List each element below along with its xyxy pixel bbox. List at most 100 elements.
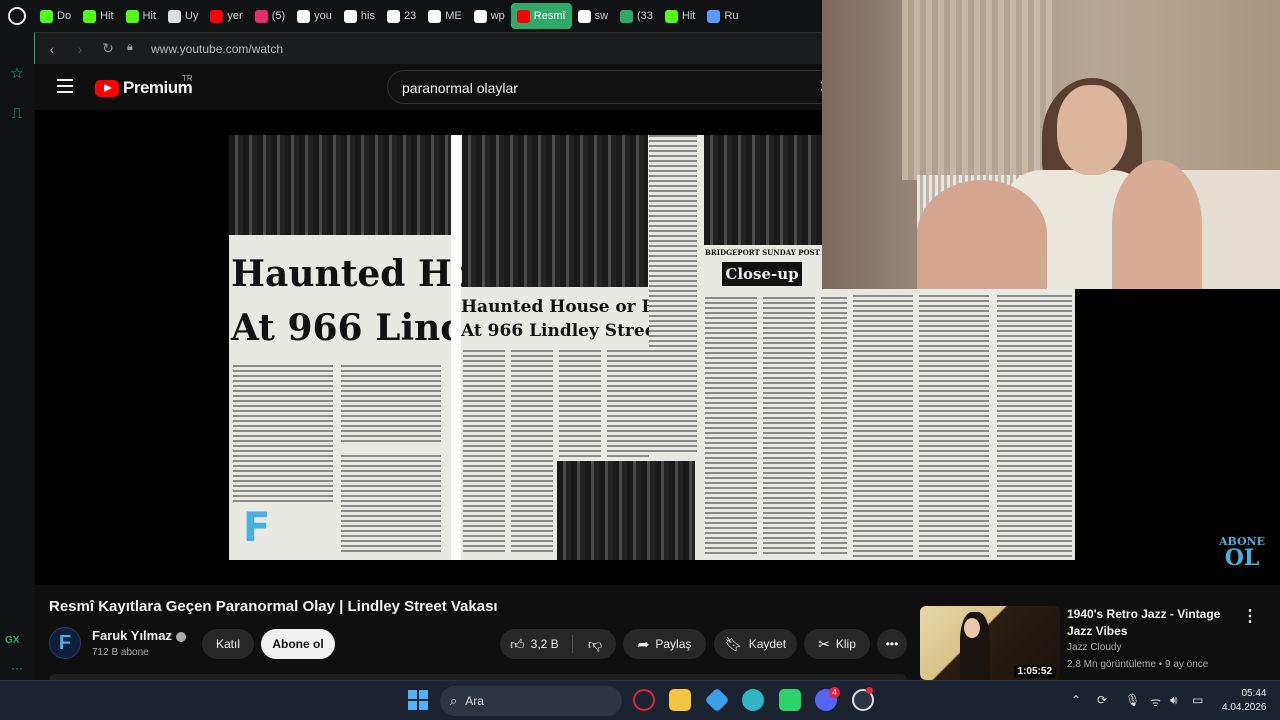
clock-time: 05:44 (1241, 688, 1267, 699)
browser-tab[interactable]: you (291, 3, 338, 29)
tab-favicon-icon (167, 9, 181, 23)
tab-label: 23 (403, 10, 417, 22)
windows-taskbar: ⌕ Ara 4 ⌃ ⟳ 🎙︎ ᯤ 🔊︎ ▭ 05:44 4.04.2026 (0, 680, 1280, 720)
tab-favicon-icon (664, 9, 678, 23)
start-button[interactable] (408, 690, 428, 710)
tab-strip: Do Hit Hit Uy yer (5) you his 23 ME wp Resmî sw (33 Hi… (34, 0, 744, 32)
text-column (763, 297, 815, 555)
browser-tab[interactable]: Hit (77, 3, 119, 29)
save-button[interactable]: 🔖︎ Kaydet (714, 629, 797, 659)
more-actions-button[interactable]: ••• (877, 629, 907, 659)
clip-label: Klip (835, 637, 856, 651)
clip-button[interactable]: ✂ Klip (804, 629, 870, 659)
browser-tab[interactable]: Resmî (510, 3, 572, 29)
tab-favicon-icon (516, 9, 530, 23)
more-icon[interactable]: ··· (9, 660, 25, 676)
chevron-up-icon[interactable]: ⌃ (1071, 693, 1081, 707)
search-icon: ⌕ (450, 693, 458, 708)
streamer-knee (1112, 160, 1202, 289)
forward-icon[interactable]: › (69, 38, 91, 60)
volume-icon[interactable]: 🔊︎ (1170, 693, 1178, 708)
browser-tab[interactable]: wp (468, 3, 511, 29)
control-icon[interactable]: ⎍ (9, 106, 25, 122)
recommended-title[interactable]: 1940's Retro Jazz - Vintage Jazz Vibes (1067, 606, 1237, 640)
browser-tab[interactable]: (5) (249, 3, 291, 29)
tab-label: ME (445, 10, 462, 22)
star-icon[interactable]: ☆ (9, 66, 25, 82)
channel-name[interactable]: Faruk Yılmaz (92, 628, 186, 643)
back-icon[interactable]: ‹ (41, 38, 63, 60)
like-count[interactable]: 3,2 B (531, 637, 559, 651)
tab-label: you (314, 10, 332, 22)
dislike-button[interactable]: 👎︎ (582, 629, 608, 659)
dislike-icon: 👎︎ (587, 635, 603, 652)
sync-icon[interactable]: ⟳ (1097, 693, 1107, 707)
search-input[interactable]: paranormal olaylar ✕ (387, 70, 832, 104)
kebab-menu-icon[interactable]: ⋮ (1242, 606, 1258, 626)
share-button[interactable]: ➦ Paylaş (623, 629, 706, 659)
microphone-icon[interactable]: 🎙︎ (1125, 693, 1140, 707)
newspaper-photo-crowd (462, 135, 648, 287)
tab-favicon-icon (707, 9, 721, 23)
taskbar-search[interactable]: ⌕ Ara (440, 686, 622, 716)
battery-icon[interactable]: ▭ (1192, 693, 1203, 707)
text-column (607, 350, 649, 460)
channel-watermark: F (243, 505, 271, 551)
tab-label: Hit (100, 10, 114, 22)
reload-icon[interactable]: ↻ (97, 38, 119, 60)
url-field[interactable]: www.youtube.com/watch (151, 42, 283, 56)
browser-tab[interactable]: Uy (162, 3, 204, 29)
country-code: TR (182, 74, 193, 83)
channel-avatar[interactable]: F (49, 627, 81, 659)
browser-tab[interactable]: Hit (659, 3, 701, 29)
text-column (821, 297, 847, 555)
recommended-channel[interactable]: Jazz Cloudy (1067, 642, 1121, 653)
join-button[interactable]: Katıl (202, 629, 254, 659)
tool-icon[interactable] (704, 687, 730, 713)
headline-left-1: Haunted Ho (231, 253, 476, 295)
curtain (902, 0, 1052, 180)
wifi-icon[interactable]: ᯤ (1150, 693, 1161, 710)
tab-label: (33 (637, 10, 653, 22)
text-column (705, 297, 757, 555)
like-divider (572, 635, 573, 653)
tab-favicon-icon (297, 9, 311, 23)
headline-left-2: At 966 Linc (231, 307, 463, 349)
gx-button[interactable]: GX (5, 635, 19, 646)
browser-tab[interactable]: ME (422, 3, 468, 29)
channel-name-text: Faruk Yılmaz (92, 628, 172, 643)
tab-favicon-icon (577, 9, 591, 23)
more-actions-icon: ••• (885, 637, 899, 651)
newspaper-photo-street (704, 135, 822, 245)
edge-icon[interactable] (742, 689, 764, 711)
tab-label: Resmî (533, 10, 566, 22)
masthead: BRIDGEPORT SUNDAY POST (705, 248, 820, 257)
share-label: Paylaş (655, 637, 692, 651)
tab-favicon-icon (254, 9, 268, 23)
browser-tab[interactable]: yer (204, 3, 248, 29)
browser-tab[interactable]: Hit (120, 3, 162, 29)
join-label: Katıl (215, 637, 240, 651)
thumbnail-face (964, 618, 980, 638)
opera-gx-logo-icon[interactable] (0, 0, 34, 32)
subscribe-button[interactable]: Abone ol (261, 629, 335, 659)
browser-tab[interactable]: Do (34, 3, 77, 29)
browser-tab[interactable]: Ru (701, 3, 744, 29)
clock[interactable]: 05:44 4.04.2026 (1222, 687, 1267, 715)
youtube-logo[interactable]: Premium (95, 78, 193, 98)
menu-icon[interactable] (57, 79, 73, 93)
share-icon: ➦ (637, 635, 650, 652)
browser-tab[interactable]: 23 (381, 3, 422, 29)
opera-gx-taskbar-icon[interactable] (633, 689, 655, 711)
like-icon[interactable]: 👍︎ (510, 636, 525, 653)
browser-tab[interactable]: (33 (614, 3, 659, 29)
recommended-thumbnail[interactable]: 1:05:52 (920, 606, 1060, 680)
subscribe-watermark[interactable]: ABONE OL (1219, 536, 1265, 569)
browser-tab[interactable]: his (338, 3, 381, 29)
subscribe-label: Abone ol (272, 637, 324, 651)
whatsapp-icon[interactable] (779, 689, 801, 711)
tab-favicon-icon (40, 9, 53, 23)
youtube-play-icon (95, 79, 119, 97)
file-explorer-icon[interactable] (669, 689, 691, 711)
browser-tab[interactable]: sw (572, 3, 614, 29)
